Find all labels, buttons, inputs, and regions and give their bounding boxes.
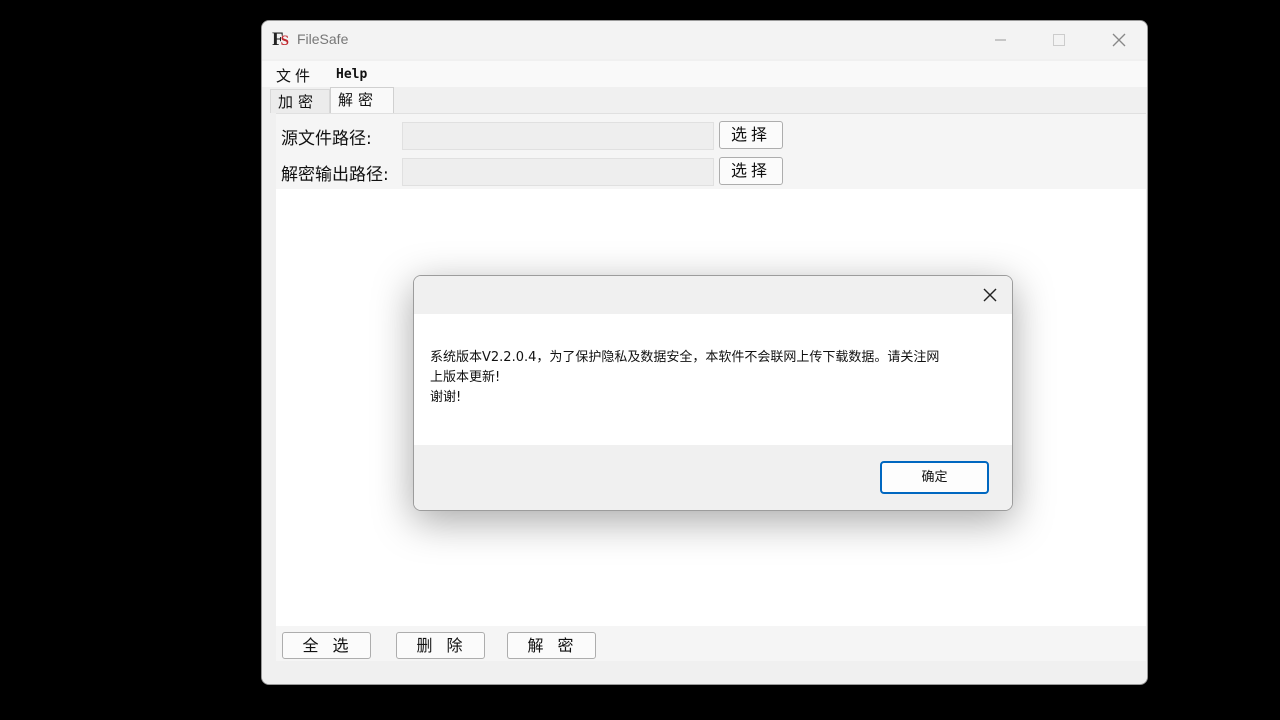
choose-output-button[interactable]: 选择 bbox=[719, 157, 783, 185]
dialog-title-bar[interactable] bbox=[414, 276, 1012, 314]
output-path-input[interactable] bbox=[402, 158, 714, 186]
menu-file[interactable]: 文件 bbox=[276, 65, 314, 86]
dialog-footer: 确定 bbox=[414, 445, 1012, 510]
close-icon bbox=[1112, 33, 1126, 47]
source-path-input[interactable] bbox=[402, 122, 714, 150]
app-logo-icon: FS bbox=[272, 29, 289, 50]
menu-help[interactable]: Help bbox=[336, 67, 367, 82]
select-all-button[interactable]: 全选 bbox=[282, 632, 371, 659]
output-path-label: 解密输出路径: bbox=[281, 165, 389, 185]
maximize-icon bbox=[1053, 34, 1065, 46]
dialog-close-button[interactable] bbox=[978, 283, 1002, 307]
ok-button[interactable]: 确定 bbox=[880, 461, 989, 494]
decrypt-button[interactable]: 解密 bbox=[507, 632, 596, 659]
window-title: FileSafe bbox=[297, 31, 349, 47]
message-dialog: 系统版本V2.2.0.4，为了保护隐私及数据安全，本软件不会联网上传下载数据。请… bbox=[413, 275, 1013, 511]
menu-bar: 文件 Help bbox=[262, 61, 1147, 87]
tab-decrypt[interactable]: 解密 bbox=[330, 87, 394, 114]
tab-encrypt[interactable]: 加密 bbox=[270, 89, 330, 113]
maximize-button[interactable] bbox=[1030, 21, 1088, 59]
choose-source-button[interactable]: 选择 bbox=[719, 121, 783, 149]
delete-button[interactable]: 删除 bbox=[396, 632, 485, 659]
minimize-icon bbox=[995, 39, 1006, 41]
dialog-body: 系统版本V2.2.0.4，为了保护隐私及数据安全，本软件不会联网上传下载数据。请… bbox=[414, 314, 1012, 445]
minimize-button[interactable] bbox=[972, 21, 1030, 59]
title-bar[interactable]: FS FileSafe bbox=[262, 21, 1147, 59]
close-icon bbox=[983, 288, 997, 302]
dialog-message: 系统版本V2.2.0.4，为了保护隐私及数据安全，本软件不会联网上传下载数据。请… bbox=[430, 350, 940, 405]
window-close-button[interactable] bbox=[1090, 21, 1147, 59]
source-path-label: 源文件路径: bbox=[281, 129, 372, 149]
status-bar bbox=[262, 661, 1147, 684]
